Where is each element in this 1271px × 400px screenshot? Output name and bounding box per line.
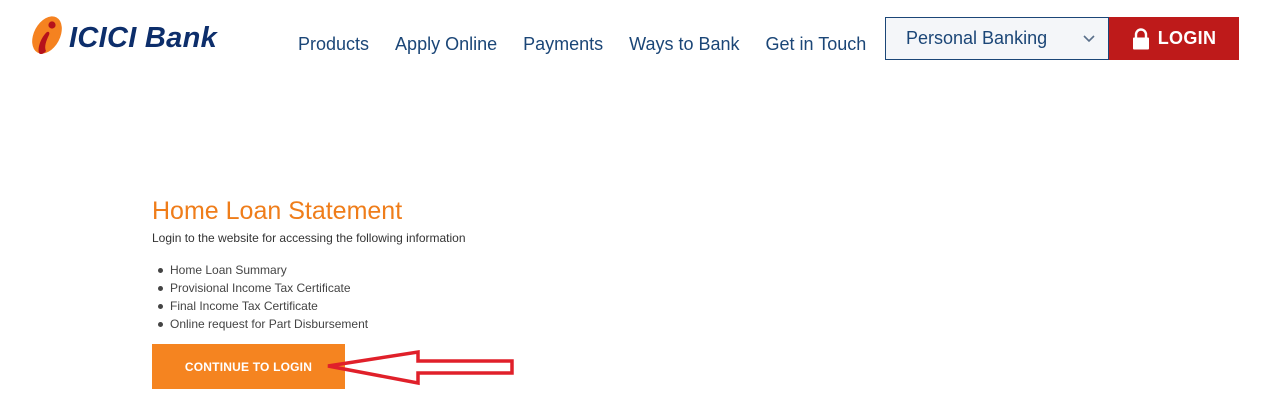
info-list: Home Loan Summary Provisional Income Tax… bbox=[152, 261, 752, 333]
list-item: Home Loan Summary bbox=[152, 261, 752, 279]
list-item-label: Provisional Income Tax Certificate bbox=[170, 281, 351, 295]
lock-icon bbox=[1132, 27, 1149, 49]
icici-logo-icon bbox=[32, 16, 62, 55]
bullet-icon bbox=[158, 321, 163, 327]
banking-segment-selected: Personal Banking bbox=[906, 28, 1048, 48]
list-item: Provisional Income Tax Certificate bbox=[152, 279, 752, 297]
list-item-label: Final Income Tax Certificate bbox=[170, 299, 318, 313]
list-item-label: Online request for Part Disbursement bbox=[170, 317, 369, 331]
icici-bank-logo[interactable]: ICICI Bank bbox=[25, 10, 255, 60]
list-item-label: Home Loan Summary bbox=[170, 263, 287, 277]
main-navigation: Products Apply Online Payments Ways to B… bbox=[298, 33, 866, 55]
nav-item-ways-to-bank[interactable]: Ways to Bank bbox=[629, 33, 739, 55]
nav-item-get-in-touch[interactable]: Get in Touch bbox=[766, 33, 867, 55]
chevron-down-icon bbox=[1083, 35, 1095, 43]
login-button-label: LOGIN bbox=[1157, 28, 1217, 48]
red-arrow-icon bbox=[327, 349, 514, 386]
bullet-icon bbox=[158, 267, 163, 273]
logo-text: ICICI Bank bbox=[69, 21, 218, 54]
nav-item-products[interactable]: Products bbox=[298, 33, 369, 55]
bullet-icon bbox=[158, 285, 163, 291]
bullet-icon bbox=[158, 303, 163, 309]
page-subtitle: Login to the website for accessing the f… bbox=[152, 231, 466, 245]
list-item: Online request for Part Disbursement bbox=[152, 315, 752, 333]
nav-item-payments[interactable]: Payments bbox=[523, 33, 603, 55]
home-loan-statement-section: Home Loan Statement Login to the website… bbox=[152, 196, 752, 333]
banking-segment-dropdown[interactable]: Personal Banking bbox=[885, 17, 1109, 60]
list-item: Final Income Tax Certificate bbox=[152, 297, 752, 315]
nav-item-apply-online[interactable]: Apply Online bbox=[395, 33, 497, 55]
login-button[interactable]: LOGIN bbox=[1109, 17, 1239, 60]
page-title: Home Loan Statement bbox=[152, 197, 403, 225]
continue-to-login-button[interactable]: CONTINUE TO LOGIN bbox=[152, 344, 345, 389]
